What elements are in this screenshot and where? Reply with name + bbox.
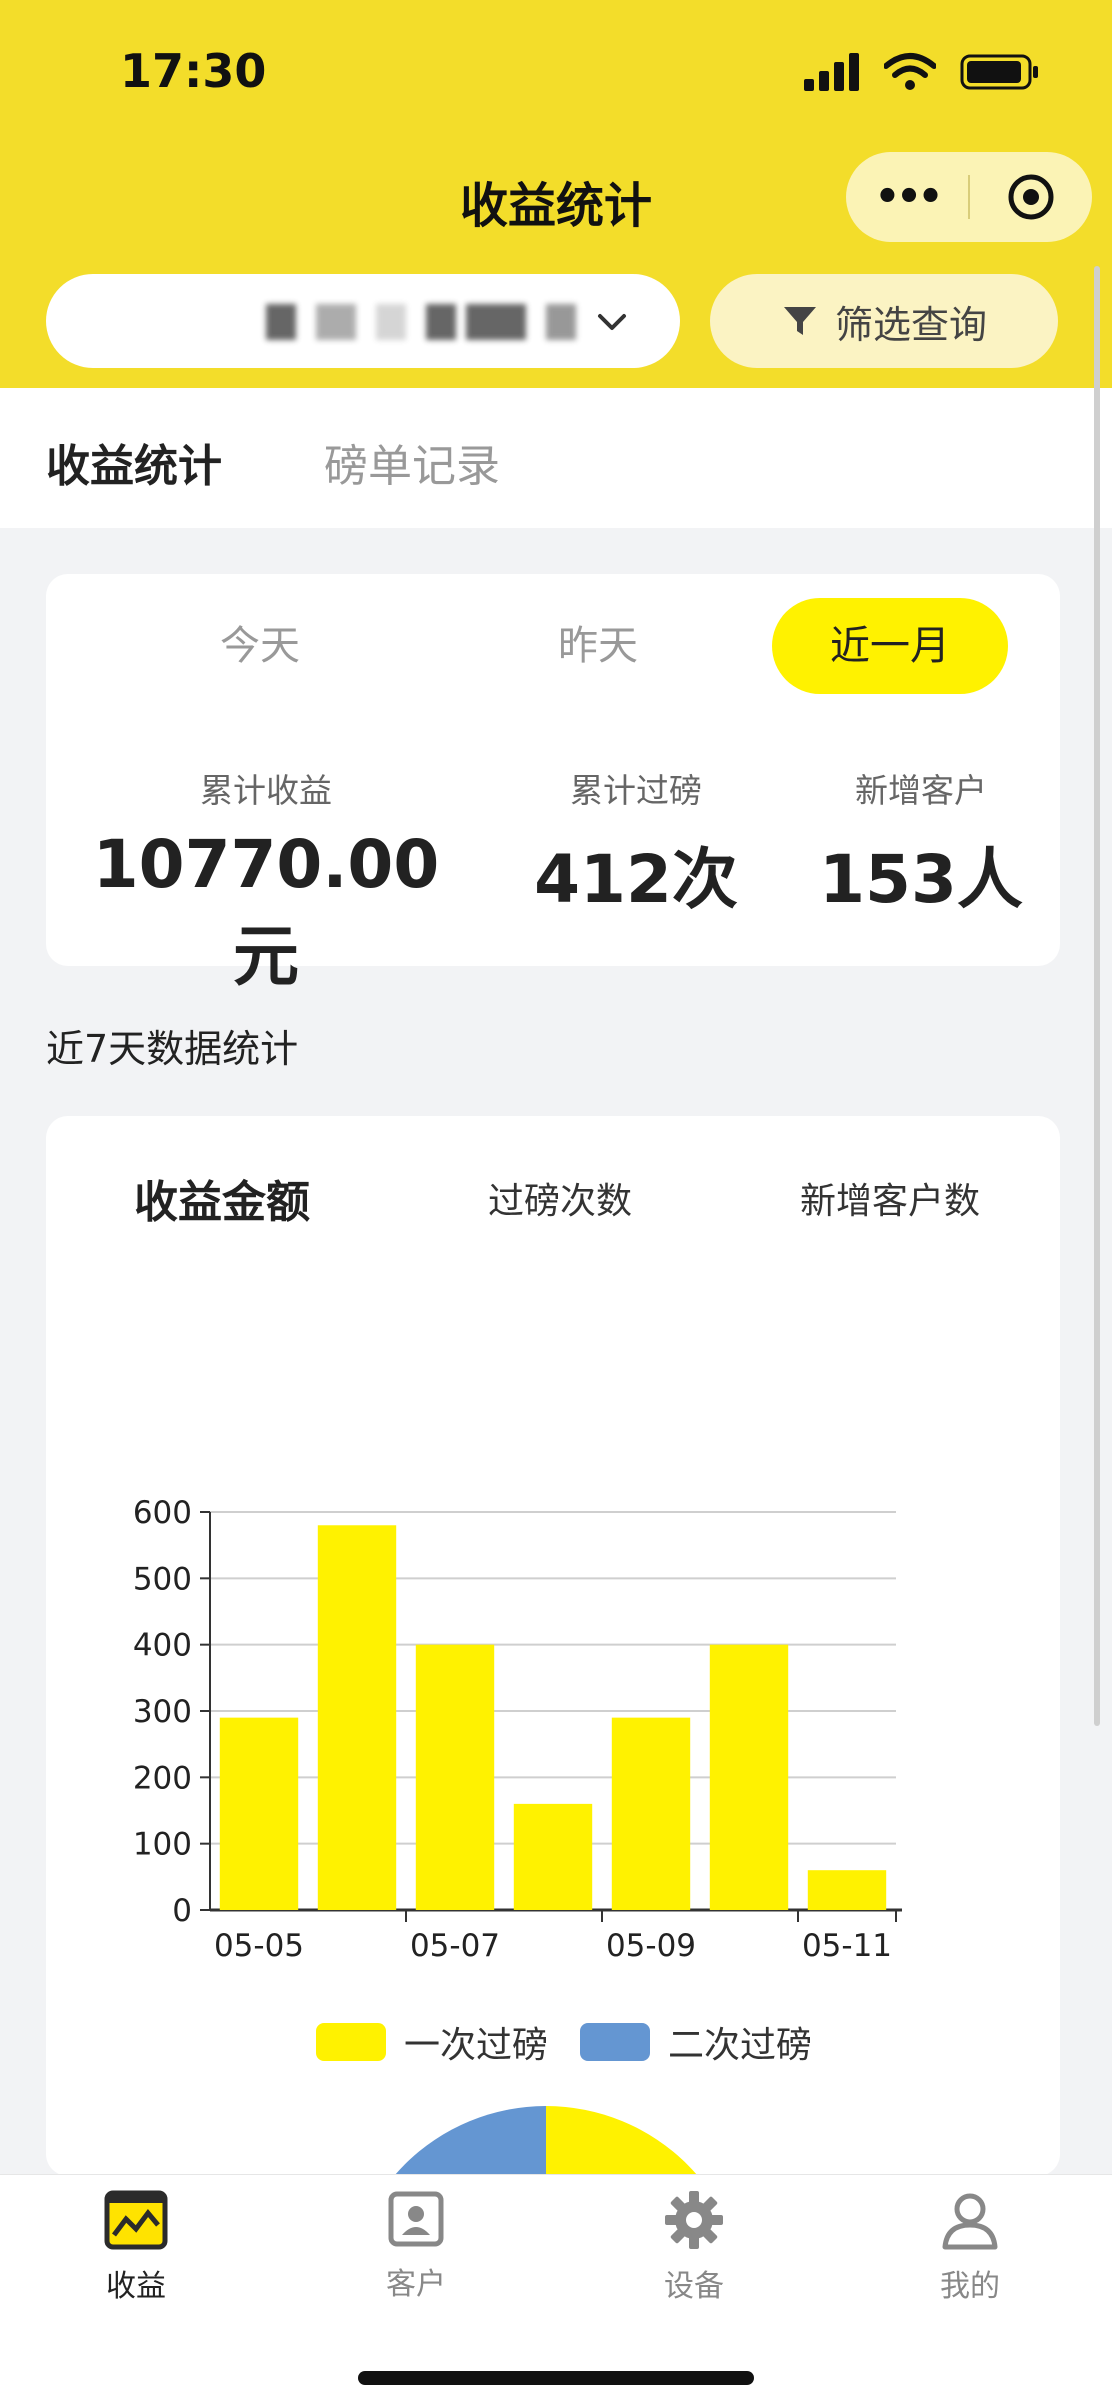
chevron-down-icon <box>598 314 626 330</box>
pie-legend: 一次过磅 二次过磅 <box>316 2016 812 2068</box>
filter-button[interactable]: 筛选查询 <box>710 274 1058 368</box>
bar-05-08 <box>513 1803 593 1910</box>
redacted-station-name <box>546 304 576 340</box>
gear-icon <box>665 2191 723 2249</box>
legend-swatch-first <box>316 2023 386 2061</box>
stat-label: 累计过磅 <box>570 771 702 810</box>
section-title: 近7天数据统计 <box>46 1027 299 1071</box>
legend-label-first: 一次过磅 <box>404 2025 549 2066</box>
more-icon[interactable]: ••• <box>846 174 968 220</box>
chart-tab-new-customers[interactable]: 新增客户数 <box>800 1172 980 1224</box>
y-tick-label: 300 <box>133 1694 192 1730</box>
y-tick-label: 100 <box>133 1827 192 1863</box>
scrollbar[interactable] <box>1094 266 1100 1726</box>
close-target-icon[interactable] <box>970 172 1092 222</box>
chart-card: 收益金额 过磅次数 新增客户数 0 100 200 300 400 500 600 05-05… <box>46 1116 1060 2176</box>
tabbar-item-devices[interactable]: 设备 <box>604 2189 784 2305</box>
tabbar-label: 收益 <box>106 2269 166 2304</box>
period-card: 今天 昨天 近一月 累计收益 10770.00元 累计过磅 412次 新增客户 … <box>46 574 1060 995</box>
tabbar-item-revenue[interactable]: 收益 <box>46 2189 226 2305</box>
bar-05-09 <box>611 1717 691 1910</box>
tabbar-item-mine[interactable]: 我的 <box>880 2189 1060 2305</box>
y-tick-label: 0 <box>172 1893 192 1929</box>
legend-swatch-second <box>580 2023 651 2061</box>
profile-card-icon <box>388 2191 444 2247</box>
chart-tab-weighings[interactable]: 过磅次数 <box>488 1172 632 1224</box>
redacted-station-name <box>466 304 526 340</box>
stat-value: 10770.00元 <box>92 826 440 995</box>
tabbar-label: 客户 <box>386 2267 446 2302</box>
bottom-tabbar: 收益 客户 设备 我的 <box>0 2174 1112 2407</box>
wifi-icon <box>884 53 936 90</box>
tab-revenue-stats[interactable]: 收益统计 <box>46 430 222 494</box>
stat-total-weighings: 累计过磅 412次 <box>526 764 746 922</box>
bar-05-05 <box>219 1717 299 1910</box>
stat-total-revenue: 累计收益 10770.00元 <box>86 764 446 999</box>
mini-program-capsule: ••• <box>846 152 1092 242</box>
redacted-station-name <box>426 304 456 340</box>
x-tick-label: 05-11 <box>802 1928 892 1964</box>
tabbar-label: 我的 <box>940 2269 1000 2304</box>
bar-05-10 <box>709 1644 789 1910</box>
y-tick-label: 500 <box>133 1561 192 1597</box>
home-indicator <box>358 2371 754 2385</box>
period-tab-yesterday[interactable]: 昨天 <box>480 598 716 694</box>
status-icons <box>804 52 1040 92</box>
stat-new-customers: 新增客户 153人 <box>816 764 1026 922</box>
stat-label: 累计收益 <box>200 771 332 810</box>
y-tick-label: 400 <box>133 1628 192 1664</box>
redacted-station-name <box>376 304 406 340</box>
user-icon <box>942 2193 998 2250</box>
status-time: 17:30 <box>120 44 267 98</box>
x-tick-label: 05-09 <box>606 1928 696 1964</box>
station-select[interactable] <box>46 274 680 368</box>
pie-slice-second <box>394 2106 546 2176</box>
period-tab-today[interactable]: 今天 <box>142 598 378 694</box>
stat-label: 新增客户 <box>855 771 987 810</box>
tabbar-item-customers[interactable]: 客户 <box>326 2189 506 2303</box>
y-tick-label: 600 <box>133 1495 192 1531</box>
filter-button-label: 筛选查询 <box>834 302 987 347</box>
redacted-station-name <box>266 304 296 340</box>
stat-value: 412次 <box>534 841 738 918</box>
chart-icon <box>104 2190 168 2250</box>
bar-05-06 <box>317 1525 397 1910</box>
legend-label-second: 二次过磅 <box>668 2025 813 2066</box>
weighing-pie-chart <box>394 2106 698 2176</box>
period-tab-month[interactable]: 近一月 <box>772 598 1008 694</box>
chart-tab-revenue[interactable]: 收益金额 <box>134 1166 310 1230</box>
stat-value: 153人 <box>819 841 1023 918</box>
y-tick-label: 200 <box>133 1760 192 1796</box>
bar-05-07 <box>415 1644 495 1910</box>
pie-slice-first <box>546 2106 698 2176</box>
bar-05-11 <box>807 1870 887 1910</box>
tabbar-label: 设备 <box>664 2269 724 2304</box>
tab-weighing-records[interactable]: 磅单记录 <box>324 430 500 494</box>
revenue-bar-chart: 0 100 200 300 400 500 600 05-05 05-07 05-09 05-11 <box>133 1495 902 1964</box>
filter-icon <box>783 307 816 335</box>
x-tick-label: 05-05 <box>214 1928 304 1964</box>
signal-icon <box>804 53 859 91</box>
redacted-station-name <box>316 304 356 340</box>
x-tick-label: 05-07 <box>410 1928 500 1964</box>
battery-icon <box>960 54 1038 90</box>
tabs-bar: 收益统计 磅单记录 <box>0 388 1112 528</box>
status-bar: 17:30 <box>0 0 1112 150</box>
